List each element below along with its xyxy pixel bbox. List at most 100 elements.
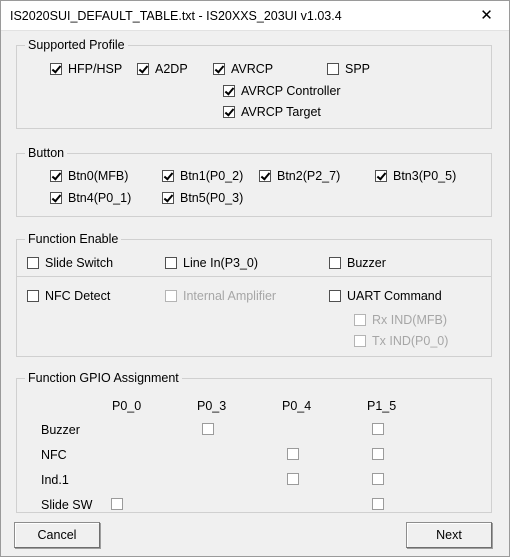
gpio-row-label-slide-sw: Slide SW [41,498,93,512]
checkbox-label: Btn4(P0_1) [68,191,132,205]
checkbox-line-in-p3-0[interactable]: Line In(P3_0) [165,255,258,271]
checkbox-box [327,63,339,75]
checkbox-btn2-p2-7[interactable]: Btn2(P2_7) [259,168,340,184]
checkbox-label: A2DP [155,62,188,76]
gpio-row-label-buzzer: Buzzer [41,423,80,437]
function-enable-group: Function Enable Slide Switch Line In(P3_… [16,232,492,357]
checkbox-btn4-p0-1[interactable]: Btn4(P0_1) [50,190,131,206]
checkbox-label: Btn5(P0_3) [180,191,244,205]
checkbox-label: AVRCP Target [241,105,321,119]
checkbox-box [223,85,235,97]
checkbox-box [165,257,177,269]
checkbox-label: UART Command [347,289,442,303]
function-enable-legend: Function Enable [25,232,122,246]
button-group: Button Btn0(MFB) Btn1(P0_2) Btn2(P2_7) B… [16,146,492,217]
checkbox-box [372,448,384,460]
checkbox-btn0-mfb[interactable]: Btn0(MFB) [50,168,128,184]
cancel-button-label: Cancel [37,528,77,542]
gpio-column-header-p0-4: P0_4 [282,399,312,413]
function-enable-divider [17,276,491,277]
checkbox-label: Tx IND(P0_0) [372,334,449,348]
cancel-button[interactable]: Cancel [14,522,100,548]
dialog-window: IS2020SUI_DEFAULT_TABLE.txt - IS20XXS_20… [0,0,510,557]
checkbox-box [372,473,384,485]
checkbox-buzzer[interactable]: Buzzer [329,255,386,271]
checkbox-box [329,290,341,302]
checkbox-spp[interactable]: SPP [327,61,370,77]
checkbox-label: Btn0(MFB) [68,169,129,183]
close-button[interactable]: ✕ [464,1,509,30]
supported-profile-group: Supported Profile HFP/HSP A2DP AVRCP SPP… [16,38,492,129]
checkbox-box [287,473,299,485]
checkbox-box [213,63,225,75]
window-title: IS2020SUI_DEFAULT_TABLE.txt - IS20XXS_20… [10,9,342,23]
button-group-legend: Button [25,146,68,160]
close-icon: ✕ [480,6,493,24]
checkbox-btn3-p0-5[interactable]: Btn3(P0_5) [375,168,456,184]
checkbox-label: Btn1(P0_2) [180,169,244,183]
checkbox-label: SPP [345,62,371,76]
checkbox-rx-ind-mfb: Rx IND(MFB) [354,312,447,328]
gpio-checkbox-ind1-p0-4[interactable] [287,471,299,487]
checkbox-box [27,290,39,302]
checkbox-label: AVRCP [231,62,274,76]
checkbox-btn1-p0-2[interactable]: Btn1(P0_2) [162,168,243,184]
gpio-checkbox-nfc-p0-4[interactable] [287,446,299,462]
checkbox-box [50,192,62,204]
checkbox-box [137,63,149,75]
checkbox-avrcp-target[interactable]: AVRCP Target [223,104,321,120]
checkbox-box [27,257,39,269]
gpio-checkbox-nfc-p1-5[interactable] [372,446,384,462]
gpio-column-header-p1-5: P1_5 [367,399,397,413]
gpio-checkbox-slide-sw-p0-0[interactable] [111,496,123,512]
checkbox-box [354,335,366,347]
checkbox-box [372,423,384,435]
checkbox-avrcp-controller[interactable]: AVRCP Controller [223,83,341,99]
checkbox-box [287,448,299,460]
checkbox-internal-amplifier: Internal Amplifier [165,288,276,304]
gpio-assignment-group: Function GPIO Assignment P0_0 P0_3 P0_4 … [16,371,492,513]
checkbox-box [162,192,174,204]
checkbox-label: Internal Amplifier [183,289,277,303]
checkbox-box [50,63,62,75]
gpio-assignment-legend: Function GPIO Assignment [25,371,182,385]
checkbox-box [354,314,366,326]
gpio-row-label-ind1: Ind.1 [41,473,69,487]
checkbox-box [372,498,384,510]
title-bar: IS2020SUI_DEFAULT_TABLE.txt - IS20XXS_20… [1,1,509,31]
gpio-checkbox-buzzer-p1-5[interactable] [372,421,384,437]
checkbox-avrcp[interactable]: AVRCP [213,61,273,77]
checkbox-label: AVRCP Controller [241,84,341,98]
checkbox-box [223,106,235,118]
gpio-checkbox-ind1-p1-5[interactable] [372,471,384,487]
gpio-checkbox-buzzer-p0-3[interactable] [202,421,214,437]
checkbox-box [259,170,271,182]
checkbox-uart-command[interactable]: UART Command [329,288,442,304]
checkbox-box [165,290,177,302]
checkbox-label: Buzzer [347,256,386,270]
supported-profile-legend: Supported Profile [25,38,128,52]
gpio-column-header-p0-3: P0_3 [197,399,227,413]
checkbox-box [329,257,341,269]
checkbox-btn5-p0-3[interactable]: Btn5(P0_3) [162,190,243,206]
gpio-checkbox-slide-sw-p1-5[interactable] [372,496,384,512]
next-button[interactable]: Next [406,522,492,548]
checkbox-label: Btn2(P2_7) [277,169,341,183]
checkbox-hfp-hsp[interactable]: HFP/HSP [50,61,122,77]
checkbox-label: HFP/HSP [68,62,123,76]
gpio-row-label-nfc: NFC [41,448,67,462]
checkbox-nfc-detect[interactable]: NFC Detect [27,288,110,304]
checkbox-box [50,170,62,182]
checkbox-box [162,170,174,182]
gpio-column-header-p0-0: P0_0 [112,399,142,413]
checkbox-slide-switch[interactable]: Slide Switch [27,255,113,271]
checkbox-label: Line In(P3_0) [183,256,259,270]
checkbox-a2dp[interactable]: A2DP [137,61,188,77]
checkbox-tx-ind-p0-0: Tx IND(P0_0) [354,333,448,349]
next-button-label: Next [436,528,462,542]
checkbox-label: Btn3(P0_5) [393,169,457,183]
checkbox-box [202,423,214,435]
checkbox-label: NFC Detect [45,289,111,303]
checkbox-label: Slide Switch [45,256,114,270]
checkbox-box [375,170,387,182]
